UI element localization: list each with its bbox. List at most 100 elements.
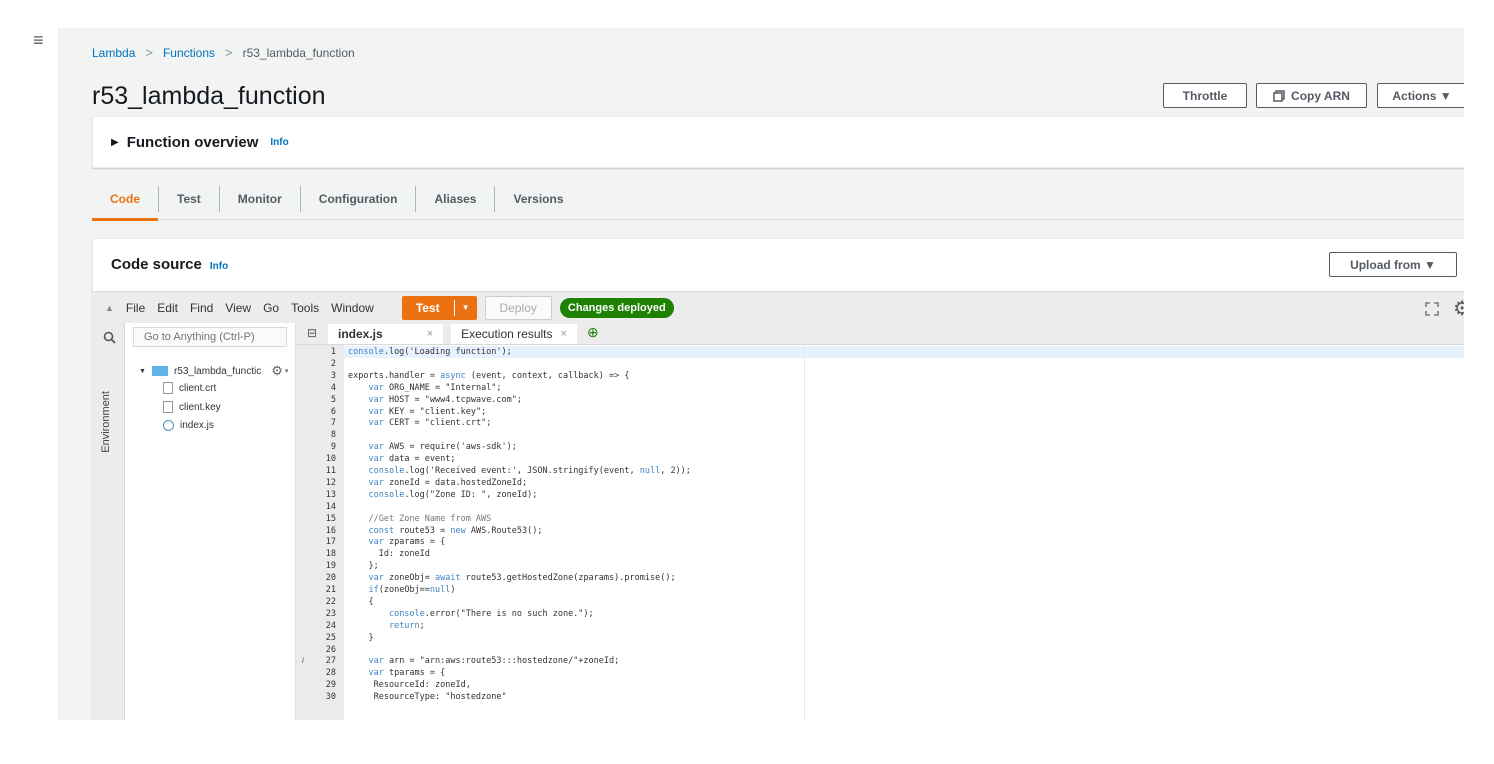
- tree-file-client-crt[interactable]: client.crt: [163, 382, 216, 394]
- tree-folder-label: r53_lambda_functic: [173, 365, 262, 377]
- menu-window[interactable]: Window: [331, 301, 374, 315]
- editor-tabstrip: ⊟ index.js × Execution results × ⊕: [296, 323, 1464, 345]
- breadcrumb-separator-icon: >: [145, 45, 153, 60]
- status-badge: Changes deployed: [559, 297, 674, 318]
- code-source-title: Code source: [111, 256, 202, 273]
- file-icon: [163, 382, 173, 394]
- code-line: console.log("Zone ID: ", zoneId);: [368, 489, 538, 500]
- upload-from-label: Upload from ▼: [1350, 257, 1436, 272]
- line-number: 24: [325, 620, 336, 631]
- actions-button[interactable]: Actions ▼: [1377, 83, 1464, 108]
- line-number: 11: [325, 466, 336, 476]
- line-number: 19: [325, 561, 336, 572]
- tree-file-label: client.key: [179, 401, 221, 413]
- close-icon[interactable]: ×: [561, 328, 567, 340]
- code-editor[interactable]: console.log('Loading function'); exports.…: [344, 345, 1464, 720]
- menu-find[interactable]: Find: [190, 301, 213, 315]
- line-number: 18: [325, 549, 336, 560]
- tab-monitor[interactable]: Monitor: [220, 185, 301, 212]
- page-title: r53_lambda_function: [92, 82, 326, 110]
- breadcrumb-functions[interactable]: Functions: [163, 46, 215, 60]
- gear-icon[interactable]: ⚙: [1453, 296, 1464, 321]
- editor-tab-index-js[interactable]: index.js ×: [328, 324, 444, 344]
- code-line: if(zoneObj==null): [368, 585, 456, 595]
- print-margin: [804, 345, 805, 720]
- line-number: 21: [325, 585, 336, 595]
- upload-from-button[interactable]: Upload from ▼: [1329, 252, 1457, 277]
- folder-expand-icon: ▼: [139, 367, 146, 375]
- file-tree: ▼ r53_lambda_functic ⚙ ▾ client.crt clie…: [125, 323, 296, 720]
- ide-test-label: Test: [402, 299, 455, 316]
- tree-folder[interactable]: ▼ r53_lambda_functic ⚙ ▾: [139, 363, 288, 379]
- code-line: exports.handler = async (event, context,…: [348, 370, 630, 381]
- line-number: 20: [325, 573, 336, 584]
- ide-toolbar-icons: ⚙: [1425, 296, 1464, 321]
- function-overview-panel[interactable]: ▶ Function overview Info: [92, 116, 1464, 168]
- menu-go[interactable]: Go: [263, 301, 279, 315]
- tab-versions[interactable]: Versions: [495, 186, 581, 212]
- code-line: var zoneId = data.hostedZoneId;: [368, 477, 528, 488]
- throttle-button[interactable]: Throttle: [1163, 83, 1247, 108]
- folder-settings-gear-icon[interactable]: ⚙: [271, 363, 283, 379]
- environment-tab[interactable]: Environment: [100, 391, 112, 453]
- code-source-info-link[interactable]: Info: [210, 261, 228, 272]
- tree-file-index-js[interactable]: index.js: [163, 420, 214, 431]
- tab-configuration[interactable]: Configuration: [301, 185, 417, 212]
- ide-test-button[interactable]: Test ▼: [401, 295, 477, 320]
- search-icon[interactable]: [103, 331, 116, 347]
- line-number: 17: [325, 537, 336, 548]
- current-line-highlight: [344, 346, 1464, 358]
- info-annotation-icon[interactable]: i: [302, 656, 304, 665]
- code-line: return;: [388, 620, 425, 631]
- breadcrumb-current: r53_lambda_function: [242, 45, 355, 60]
- tab-code[interactable]: Code: [92, 185, 159, 221]
- file-icon: [163, 401, 173, 413]
- line-number: 9: [330, 442, 336, 453]
- copy-arn-button[interactable]: Copy ARN: [1256, 83, 1367, 108]
- line-number: 13: [325, 489, 336, 500]
- editor-tab-label: Execution results: [461, 327, 553, 341]
- line-number: 3: [330, 370, 336, 381]
- environment-strip: Environment: [93, 323, 125, 720]
- throttle-label: Throttle: [1182, 88, 1228, 103]
- collapse-caret-icon[interactable]: ▲: [105, 303, 114, 313]
- line-number: 25: [325, 632, 336, 643]
- code-line: var data = event;: [368, 454, 456, 465]
- code-line: var zoneObj= await route53.getHostedZone…: [368, 573, 676, 584]
- test-dropdown-icon[interactable]: ▼: [455, 303, 477, 312]
- function-overview-title: Function overview: [126, 133, 259, 151]
- hamburger-menu-icon[interactable]: ≡: [33, 30, 44, 51]
- deploy-button[interactable]: Deploy: [484, 295, 552, 320]
- menu-edit[interactable]: Edit: [157, 301, 178, 315]
- tab-list-icon[interactable]: ⊟: [296, 322, 328, 344]
- code-line: console.error("There is no such zone.");: [388, 608, 594, 619]
- add-tab-icon[interactable]: ⊕: [587, 324, 599, 341]
- code-line: var tparams = {: [368, 668, 446, 679]
- code-line: Id: zoneId: [348, 549, 430, 560]
- line-number: 10: [325, 454, 336, 465]
- tab-test[interactable]: Test: [159, 185, 220, 212]
- line-number: 28: [325, 668, 336, 679]
- close-icon[interactable]: ×: [427, 328, 433, 340]
- go-to-anything-input[interactable]: [133, 327, 287, 347]
- menu-file[interactable]: File: [126, 301, 145, 315]
- code-line: var arn = "arn:aws:route53:::hostedzone/…: [368, 656, 620, 667]
- code-line: {: [348, 596, 374, 607]
- function-overview-info-link[interactable]: Info: [270, 137, 288, 148]
- editor-tab-execution-results[interactable]: Execution results ×: [451, 324, 577, 344]
- line-number: 30: [325, 692, 336, 703]
- menu-tools[interactable]: Tools: [291, 301, 319, 315]
- tree-file-client-key[interactable]: client.key: [163, 401, 221, 413]
- copy-arn-label: Copy ARN: [1291, 88, 1350, 103]
- folder-settings-caret-icon[interactable]: ▾: [285, 367, 289, 375]
- line-number: 23: [325, 608, 336, 619]
- tab-aliases[interactable]: Aliases: [416, 185, 496, 212]
- code-source-panel: Code source Info Upload from ▼ ▲ File Ed…: [92, 238, 1464, 720]
- fullscreen-icon[interactable]: [1425, 301, 1439, 316]
- menu-view[interactable]: View: [225, 301, 251, 315]
- line-number: 5: [330, 394, 336, 405]
- code-line: var HOST = "www4.tcpwave.com";: [368, 394, 523, 405]
- breadcrumb-lambda[interactable]: Lambda: [92, 46, 135, 60]
- code-line: ResourceId: zoneId,: [348, 680, 471, 691]
- code-line: var ORG_NAME = "Internal";: [368, 382, 502, 393]
